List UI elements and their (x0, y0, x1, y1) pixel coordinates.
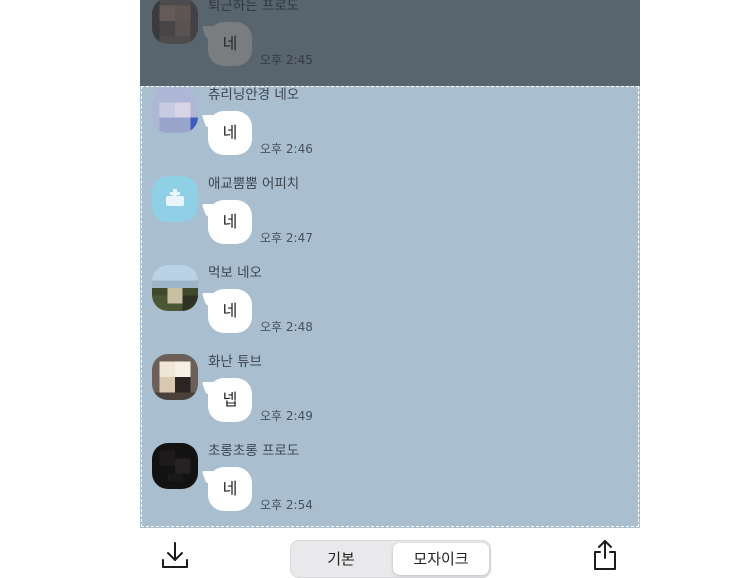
message-row[interactable]: 초롱초롱 프로도 네 오후 2:54 (140, 443, 640, 528)
message-bubble[interactable]: 넵 (208, 378, 252, 422)
capture-mode-segmented-control[interactable]: 기본 모자이크 (290, 540, 491, 578)
message-bubble[interactable]: 네 (208, 467, 252, 511)
message-time: 오후 2:46 (260, 142, 313, 156)
message-bubble[interactable]: 네 (208, 289, 252, 333)
message-row[interactable]: 화난 튜브 넵 오후 2:49 (140, 354, 640, 443)
share-icon[interactable] (588, 538, 622, 572)
sender-name: 츄리닝안경 네오 (208, 87, 300, 103)
message-time: 오후 2:45 (260, 53, 313, 67)
message-time: 오후 2:47 (260, 231, 313, 245)
sender-name: 화난 튜브 (208, 354, 262, 370)
sender-name: 퇴근하는 프로도 (208, 0, 300, 14)
profile-avatar[interactable] (152, 0, 198, 44)
message-time: 오후 2:54 (260, 498, 313, 512)
message-row[interactable]: 퇴근하는 프로도 네 오후 2:45 (140, 0, 640, 87)
profile-avatar[interactable] (152, 354, 198, 400)
segment-mosaic[interactable]: 모자이크 (393, 543, 489, 575)
segment-basic[interactable]: 기본 (293, 543, 389, 575)
sender-name: 먹보 네오 (208, 265, 262, 281)
message-row[interactable]: 츄리닝안경 네오 네 오후 2:46 (140, 87, 640, 176)
message-row[interactable]: 애교뿜뿜 어피치 네 오후 2:47 (140, 176, 640, 265)
profile-avatar[interactable] (152, 87, 198, 133)
download-icon[interactable] (158, 538, 192, 572)
bottom-toolbar: 기본 모자이크 (140, 528, 640, 578)
message-time: 오후 2:48 (260, 320, 313, 334)
sender-name: 애교뿜뿜 어피치 (208, 176, 300, 192)
sender-name: 초롱초롱 프로도 (208, 443, 300, 459)
profile-avatar[interactable] (152, 176, 198, 222)
message-time: 오후 2:49 (260, 409, 313, 423)
chat-area[interactable]: 퇴근하는 프로도 네 오후 2:45 츄리닝안경 네오 네 오후 2:46 애교… (140, 0, 640, 528)
message-bubble[interactable]: 네 (208, 200, 252, 244)
capture-screen: 퇴근하는 프로도 네 오후 2:45 츄리닝안경 네오 네 오후 2:46 애교… (140, 0, 640, 578)
profile-avatar[interactable] (152, 443, 198, 489)
message-bubble[interactable]: 네 (208, 111, 252, 155)
profile-avatar[interactable] (152, 265, 198, 311)
message-bubble[interactable]: 네 (208, 22, 252, 66)
message-row[interactable]: 먹보 네오 네 오후 2:48 (140, 265, 640, 354)
